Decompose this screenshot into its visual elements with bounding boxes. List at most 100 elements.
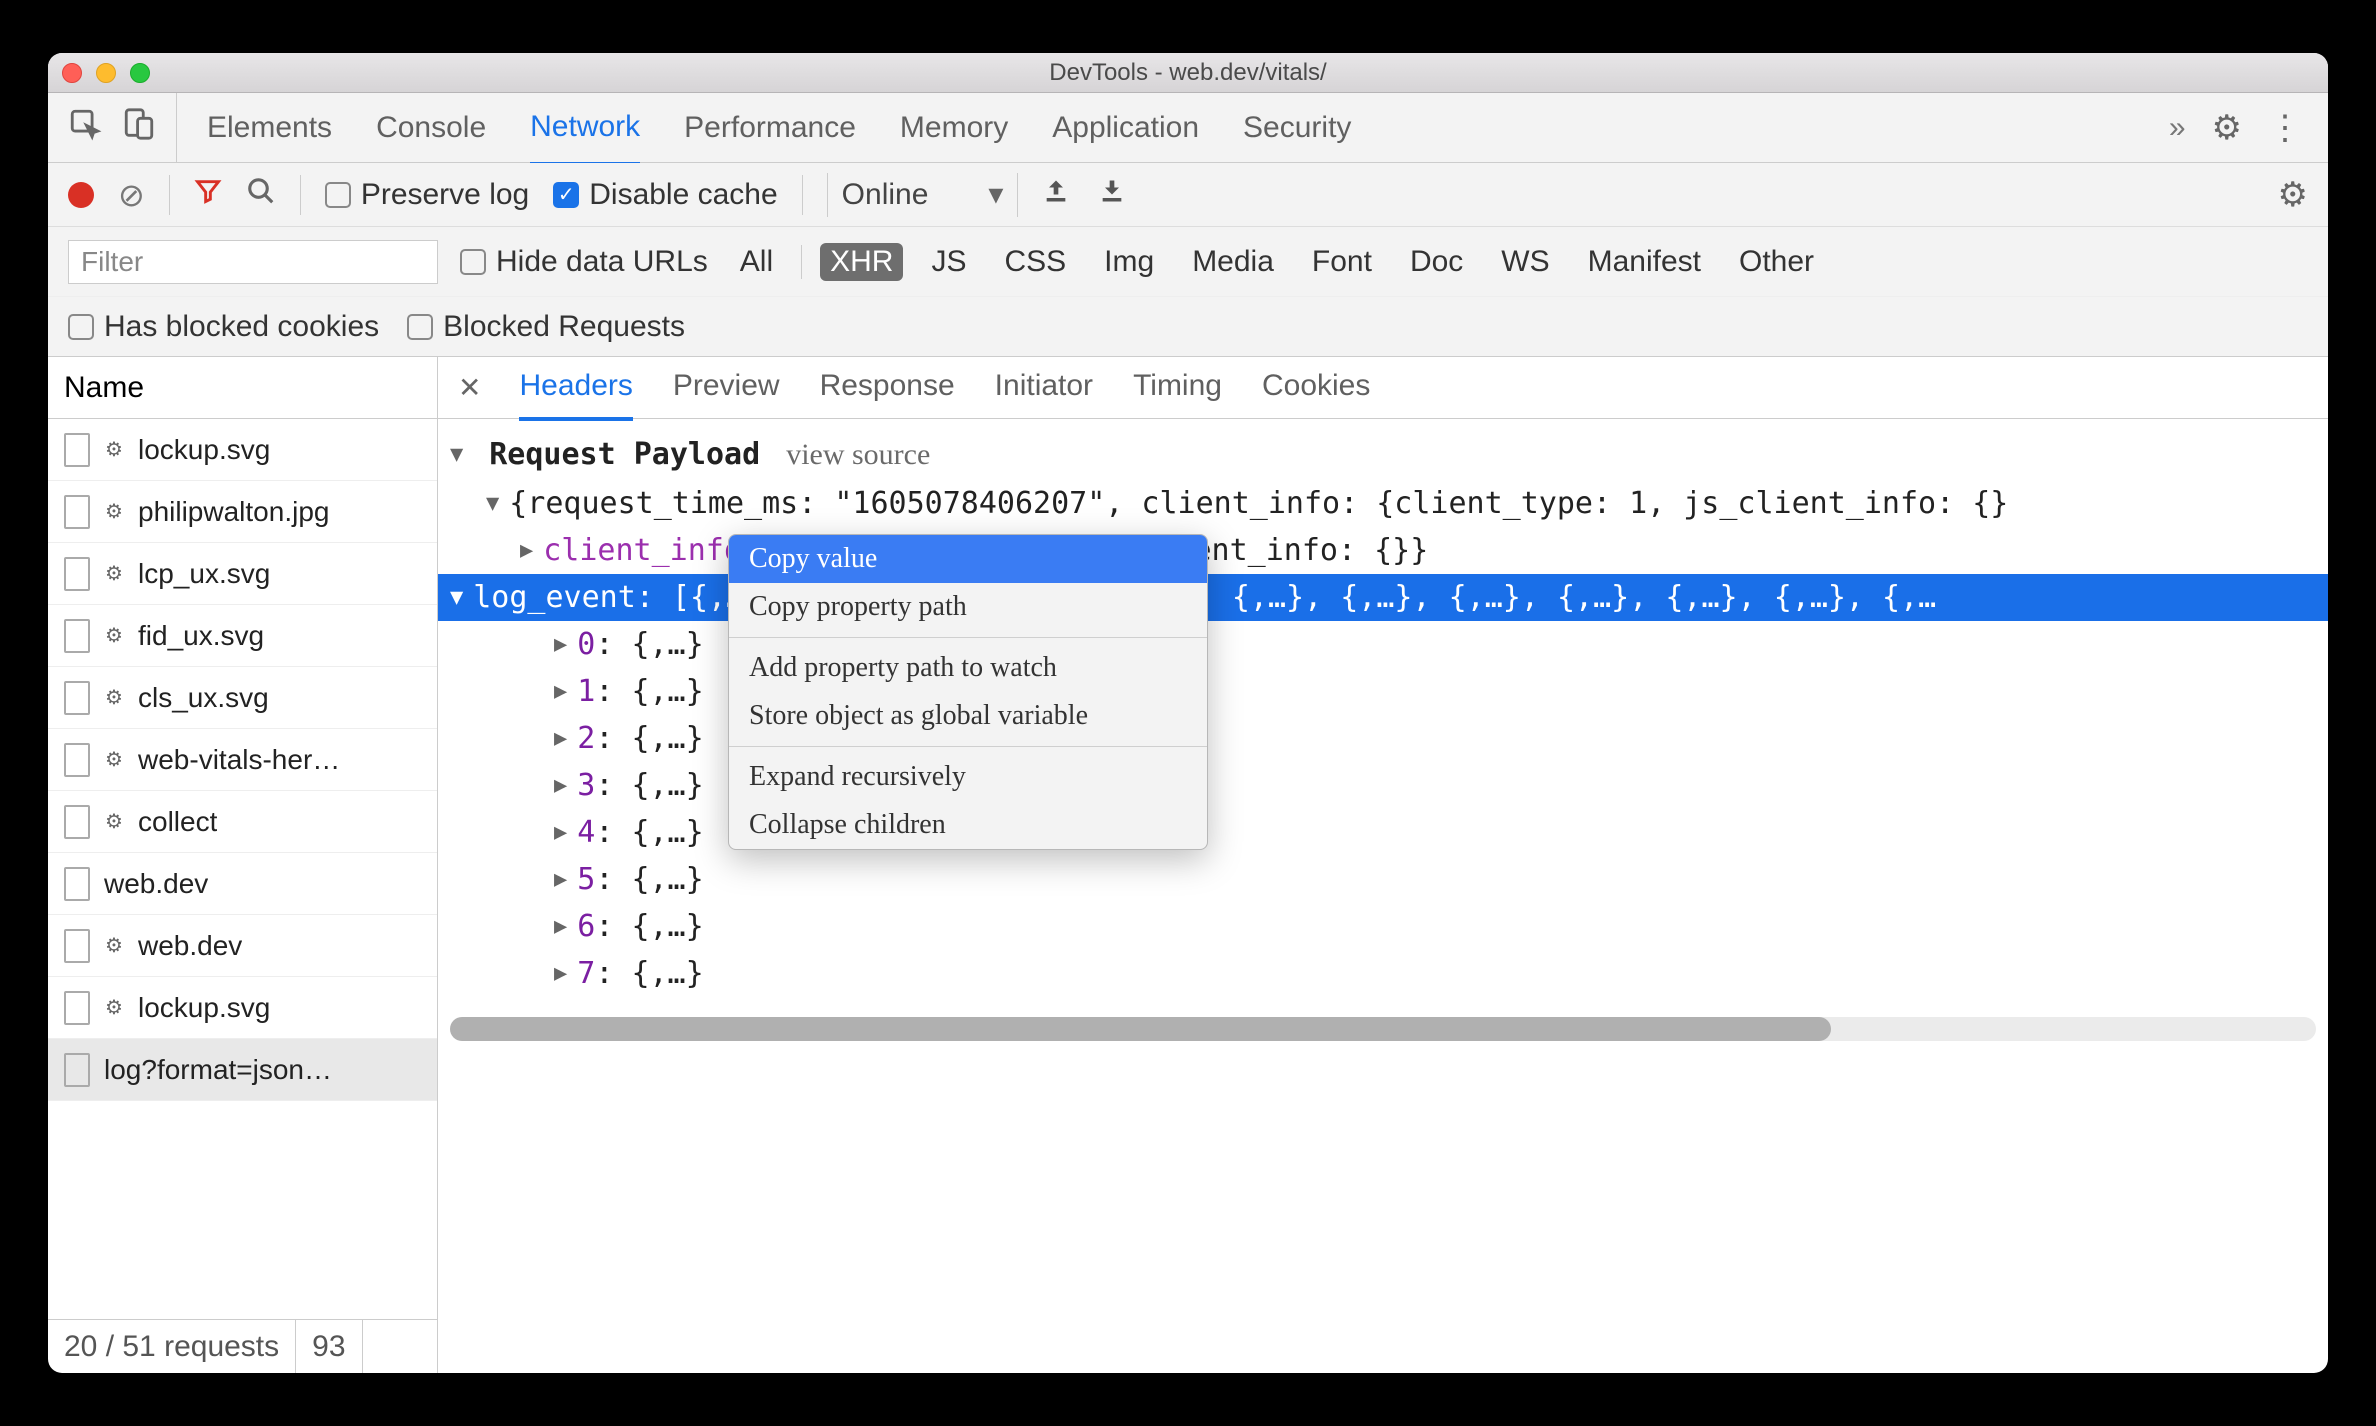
index-value: {,…} <box>631 956 703 991</box>
panel-tab-elements[interactable]: Elements <box>207 93 332 163</box>
detail-tab-timing[interactable]: Timing <box>1133 369 1222 407</box>
type-filter-img[interactable]: Img <box>1094 243 1164 281</box>
request-list-panel: Name ⚙lockup.svg⚙philipwalton.jpg⚙lcp_ux… <box>48 357 438 1373</box>
index-value: {,…} <box>631 862 703 897</box>
network-settings-icon[interactable]: ⚙ <box>2278 175 2308 215</box>
search-icon[interactable] <box>246 176 276 214</box>
record-button[interactable] <box>68 182 94 208</box>
request-row[interactable]: ⚙lcp_ux.svg <box>48 543 437 605</box>
context-menu-item[interactable]: Copy property path <box>729 583 1207 631</box>
request-row[interactable]: log?format=json… <box>48 1039 437 1101</box>
expand-icon[interactable]: ▶ <box>554 867 567 892</box>
panel-tab-security[interactable]: Security <box>1243 93 1351 163</box>
panel-tab-performance[interactable]: Performance <box>684 93 856 163</box>
expand-icon[interactable]: ▶ <box>554 726 567 751</box>
gear-icon: ⚙ <box>104 750 124 770</box>
minimize-window-button[interactable] <box>96 63 116 83</box>
request-list-footer: 20 / 51 requests 93 <box>48 1319 437 1373</box>
tree-row-root[interactable]: ▼ {request_time_ms: "1605078406207", cli… <box>450 480 2316 527</box>
expand-icon[interactable]: ▶ <box>554 773 567 798</box>
tree-row-index[interactable]: ▶6: {,…} <box>450 903 2316 950</box>
preserve-log-checkbox[interactable]: Preserve log <box>325 178 529 212</box>
context-menu-item[interactable]: Add property path to watch <box>729 644 1207 692</box>
request-list-header[interactable]: Name <box>48 357 437 419</box>
filter-input[interactable]: Filter <box>68 240 438 284</box>
download-har-icon[interactable] <box>1098 177 1126 212</box>
context-menu-item[interactable]: Expand recursively <box>729 753 1207 801</box>
collapse-icon[interactable]: ▼ <box>486 491 499 516</box>
main-split: Name ⚙lockup.svg⚙philipwalton.jpg⚙lcp_ux… <box>48 357 2328 1373</box>
type-filter-all[interactable]: All <box>730 243 783 281</box>
prop-key: log_event <box>473 580 636 615</box>
type-filter-media[interactable]: Media <box>1182 243 1284 281</box>
scrollbar-thumb[interactable] <box>450 1017 1831 1041</box>
request-row[interactable]: ⚙web.dev <box>48 915 437 977</box>
expand-icon[interactable]: ▶ <box>554 632 567 657</box>
device-toggle-icon[interactable] <box>122 107 156 149</box>
context-menu-item[interactable]: Collapse children <box>729 801 1207 849</box>
collapse-icon[interactable]: ▼ <box>450 585 463 610</box>
window-title: DevTools - web.dev/vitals/ <box>48 59 2328 87</box>
expand-icon[interactable]: ▶ <box>554 961 567 986</box>
detail-tab-response[interactable]: Response <box>820 369 955 407</box>
file-icon <box>64 557 90 591</box>
devtools-window: DevTools - web.dev/vitals/ Elements Conso… <box>48 53 2328 1373</box>
expand-icon[interactable]: ▶ <box>554 914 567 939</box>
file-icon <box>64 743 90 777</box>
panel-tab-memory[interactable]: Memory <box>900 93 1008 163</box>
throttling-select[interactable]: Online ▾ <box>827 173 1019 217</box>
disable-cache-checkbox[interactable]: ✓ Disable cache <box>553 178 777 212</box>
type-filter-font[interactable]: Font <box>1302 243 1382 281</box>
request-row[interactable]: ⚙philipwalton.jpg <box>48 481 437 543</box>
hide-data-urls-checkbox[interactable]: Hide data URLs <box>460 245 708 279</box>
request-row[interactable]: web.dev <box>48 853 437 915</box>
type-filter-manifest[interactable]: Manifest <box>1578 243 1711 281</box>
expand-icon[interactable]: ▶ <box>520 538 533 563</box>
request-row[interactable]: ⚙lockup.svg <box>48 419 437 481</box>
blocked-requests-checkbox[interactable]: Blocked Requests <box>407 310 685 344</box>
type-filter-ws[interactable]: WS <box>1491 243 1559 281</box>
close-detail-button[interactable]: ✕ <box>458 371 481 404</box>
detail-tab-cookies[interactable]: Cookies <box>1262 369 1370 407</box>
inspect-element-icon[interactable] <box>68 107 102 149</box>
file-icon <box>64 805 90 839</box>
panel-tab-console[interactable]: Console <box>376 93 486 163</box>
gear-icon: ⚙ <box>104 688 124 708</box>
filter-toggle-icon[interactable] <box>194 177 222 213</box>
expand-icon[interactable]: ▶ <box>554 820 567 845</box>
type-filter-js[interactable]: JS <box>921 243 976 281</box>
close-window-button[interactable] <box>62 63 82 83</box>
type-filter-other[interactable]: Other <box>1729 243 1824 281</box>
settings-gear-icon[interactable]: ⚙ <box>2212 108 2242 148</box>
request-row[interactable]: ⚙fid_ux.svg <box>48 605 437 667</box>
type-filter-xhr[interactable]: XHR <box>820 243 903 281</box>
maximize-window-button[interactable] <box>130 63 150 83</box>
type-filter-css[interactable]: CSS <box>994 243 1076 281</box>
collapse-icon[interactable]: ▼ <box>450 442 463 467</box>
context-menu-item[interactable]: Store object as global variable <box>729 692 1207 740</box>
more-tabs-button[interactable]: » <box>2169 111 2186 145</box>
request-detail-panel: ✕ Headers Preview Response Initiator Timing C… <box>438 357 2328 1373</box>
clear-button[interactable]: ⊘ <box>118 176 145 214</box>
detail-tab-headers[interactable]: Headers <box>519 369 632 421</box>
upload-har-icon[interactable] <box>1042 177 1070 212</box>
tree-row-index[interactable]: ▶7: {,…} <box>450 950 2316 997</box>
request-row[interactable]: ⚙collect <box>48 791 437 853</box>
tree-row-log-event[interactable]: ▼ log_event: [{,…}, {,…}, {,…}, {,…}, {,… <box>438 574 2328 621</box>
horizontal-scrollbar[interactable] <box>450 1017 2316 1041</box>
has-blocked-cookies-checkbox[interactable]: Has blocked cookies <box>68 310 379 344</box>
kebab-menu-icon[interactable]: ⋮ <box>2268 108 2302 148</box>
file-icon <box>64 991 90 1025</box>
request-row[interactable]: ⚙cls_ux.svg <box>48 667 437 729</box>
panel-tab-network[interactable]: Network <box>530 92 640 166</box>
request-row[interactable]: ⚙web-vitals-her… <box>48 729 437 791</box>
view-source-link[interactable]: view source <box>786 438 930 472</box>
panel-tab-application[interactable]: Application <box>1052 93 1199 163</box>
detail-tab-preview[interactable]: Preview <box>673 369 780 407</box>
tree-row-index[interactable]: ▶5: {,…} <box>450 856 2316 903</box>
type-filter-doc[interactable]: Doc <box>1400 243 1473 281</box>
expand-icon[interactable]: ▶ <box>554 679 567 704</box>
context-menu-item[interactable]: Copy value <box>729 535 1207 583</box>
request-row[interactable]: ⚙lockup.svg <box>48 977 437 1039</box>
detail-tab-initiator[interactable]: Initiator <box>995 369 1093 407</box>
